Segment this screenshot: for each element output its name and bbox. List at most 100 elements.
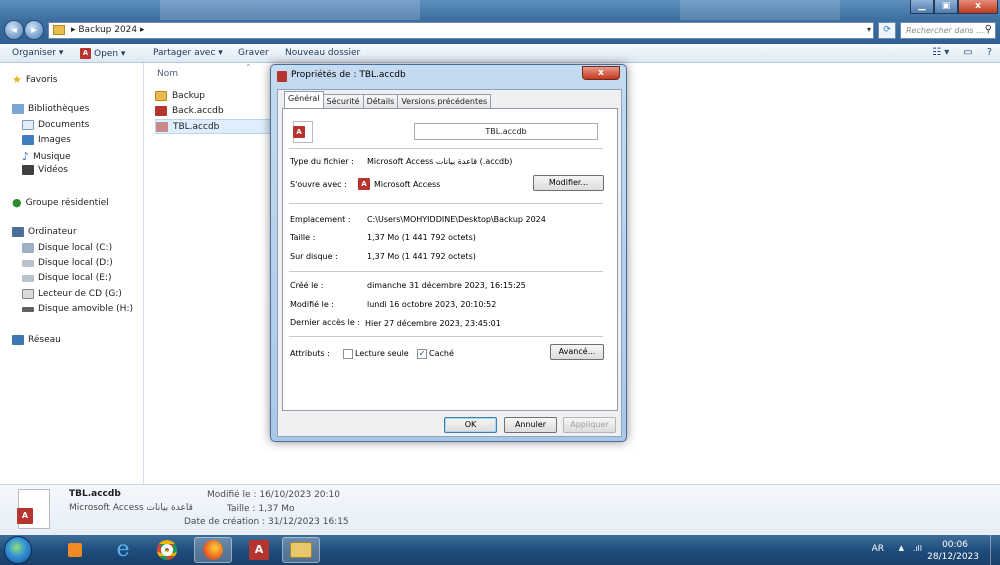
back-button[interactable]: ◂: [4, 20, 24, 40]
nav-music[interactable]: ♪ Musique: [22, 150, 71, 163]
navigation-pane: ★ Favoris Bibliothèques Documents Images…: [0, 63, 144, 484]
forward-button[interactable]: ▸: [24, 20, 44, 40]
sort-arrow-icon: ⌃: [245, 63, 252, 72]
image-icon: [22, 135, 34, 145]
dialog-close-button[interactable]: x: [582, 66, 620, 80]
accessed-label: Dernier accès le :: [290, 318, 360, 327]
clock-time[interactable]: 00:06: [942, 540, 968, 550]
file-name: Backup: [172, 90, 205, 101]
nav-documents-label: Documents: [38, 120, 90, 130]
taskbar-explorer[interactable]: [282, 537, 320, 563]
nav-documents[interactable]: Documents: [22, 120, 89, 130]
nav-disk-c[interactable]: Disque local (C:): [22, 243, 112, 253]
nav-homegroup[interactable]: ● Groupe résidentiel: [12, 196, 109, 209]
view-options-icon[interactable]: ☷ ▾: [932, 47, 949, 58]
nav-computer[interactable]: Ordinateur: [12, 227, 77, 237]
tab-general[interactable]: Général: [284, 91, 324, 108]
details-file-type: Microsoft Access قاعدة بيانات: [69, 503, 193, 513]
nav-videos-label: Vidéos: [38, 165, 68, 175]
nav-disk-e-label: Disque local (E:): [38, 273, 112, 283]
search-icon[interactable]: ⚲: [985, 24, 992, 35]
location-value: C:\Users\MOHYIDDINE\Desktop\Backup 2024: [367, 215, 546, 224]
clock-date[interactable]: 28/12/2023: [927, 552, 979, 562]
advanced-button[interactable]: Avancé...: [550, 344, 604, 360]
internet-explorer-icon: e: [116, 537, 130, 562]
location-label: Emplacement :: [290, 215, 351, 224]
nav-images[interactable]: Images: [22, 135, 71, 145]
network-icon: [12, 335, 24, 345]
nav-libraries[interactable]: Bibliothèques: [12, 104, 89, 114]
start-button[interactable]: [4, 536, 32, 564]
share-menu[interactable]: Partager avec ▾: [153, 48, 223, 58]
details-pane: A TBL.accdb Microsoft Access قاعدة بيانا…: [0, 484, 1000, 535]
minimize-button[interactable]: ▁: [910, 0, 934, 14]
divider: [289, 203, 603, 204]
file-name-field[interactable]: TBL.accdb: [414, 123, 598, 140]
taskbar-firefox[interactable]: [194, 537, 232, 563]
open-menu[interactable]: A Open ▾: [80, 48, 125, 59]
folder-icon: [290, 542, 312, 558]
tab-security[interactable]: Sécurité: [322, 94, 364, 108]
address-bar[interactable]: ▸ Backup 2024 ▸ ▾: [48, 22, 874, 39]
show-hidden-icons-icon[interactable]: ▲: [899, 544, 904, 552]
refresh-button[interactable]: ⟳: [878, 22, 896, 39]
close-button[interactable]: x: [958, 0, 998, 14]
breadcrumb[interactable]: ▸ Backup 2024 ▸: [71, 25, 145, 35]
properties-dialog: Propriétés de : TBL.accdb x Général Sécu…: [270, 64, 627, 442]
taskbar-media-player[interactable]: [56, 537, 94, 563]
search-placeholder: Rechercher dans ...: [906, 26, 984, 35]
language-indicator[interactable]: AR: [872, 544, 884, 554]
nav-disk-d[interactable]: Disque local (D:): [22, 258, 113, 268]
apply-button[interactable]: Appliquer: [563, 417, 616, 433]
nav-music-label: Musique: [33, 151, 71, 162]
taskbar-internet-explorer[interactable]: e: [104, 537, 142, 563]
nav-videos[interactable]: Vidéos: [22, 165, 68, 175]
maximize-button[interactable]: ▣: [934, 0, 958, 14]
divider: [289, 148, 603, 149]
tab-previous-versions[interactable]: Versions précédentes: [397, 94, 492, 108]
homegroup-icon: ●: [12, 196, 22, 209]
help-icon[interactable]: ?: [987, 47, 992, 58]
type-label: Type du fichier :: [290, 157, 354, 166]
organize-menu[interactable]: Organiser ▾: [12, 48, 63, 58]
nav-libraries-label: Bibliothèques: [28, 104, 90, 114]
file-row-tbl-accdb[interactable]: TBL.accdb: [155, 119, 275, 134]
nav-cd-g[interactable]: Lecteur de CD (G:): [22, 289, 122, 299]
network-signal-icon[interactable]: .ıll: [913, 544, 922, 553]
chevron-down-icon[interactable]: ▾: [867, 25, 871, 34]
modify-button[interactable]: Modifier...: [533, 175, 604, 191]
preview-pane-icon[interactable]: ▭: [963, 47, 972, 58]
readonly-checkbox[interactable]: [343, 349, 353, 359]
opens-with-app: Microsoft Access: [374, 179, 441, 189]
new-folder-button[interactable]: Nouveau dossier: [285, 48, 360, 58]
taskbar-chrome[interactable]: [148, 537, 186, 563]
tab-details[interactable]: Détails: [362, 94, 399, 108]
size-label: Taille :: [290, 233, 316, 242]
search-input[interactable]: Rechercher dans ... ⚲: [900, 22, 996, 39]
burn-button[interactable]: Graver: [238, 48, 269, 58]
cd-drive-icon: [22, 289, 34, 299]
file-row-backup[interactable]: Backup: [155, 88, 275, 103]
attributes-label: Attributs :: [290, 349, 330, 358]
type-value: Microsoft Access قاعدة بيانات (.accdb): [367, 157, 513, 166]
cancel-button[interactable]: Annuler: [504, 417, 557, 433]
nav-network[interactable]: Réseau: [12, 335, 61, 345]
drive-icon: [22, 274, 34, 282]
file-row-back-accdb[interactable]: Back.accdb: [155, 103, 275, 118]
hidden-checkbox[interactable]: ✓: [417, 349, 427, 359]
access-icon: A: [17, 508, 33, 524]
ok-button[interactable]: OK: [444, 417, 497, 433]
nav-favorites[interactable]: ★ Favoris: [12, 73, 57, 86]
disk-size-value: 1,37 Mo (1 441 792 octets): [367, 252, 476, 261]
usb-drive-icon: [22, 306, 34, 312]
firefox-icon: [203, 540, 223, 560]
created-value: dimanche 31 décembre 2023, 16:15:25: [367, 281, 526, 290]
nav-images-label: Images: [38, 135, 71, 145]
nav-removable-h[interactable]: Disque amovible (H:): [22, 304, 133, 314]
show-desktop-button[interactable]: [990, 535, 1000, 565]
nav-disk-e[interactable]: Disque local (E:): [22, 273, 112, 283]
column-header-name[interactable]: Nom: [157, 69, 178, 79]
taskbar-access[interactable]: A: [240, 537, 278, 563]
star-icon: ★: [12, 73, 22, 86]
general-tab-panel: A TBL.accdb Type du fichier : Microsoft …: [282, 108, 618, 411]
